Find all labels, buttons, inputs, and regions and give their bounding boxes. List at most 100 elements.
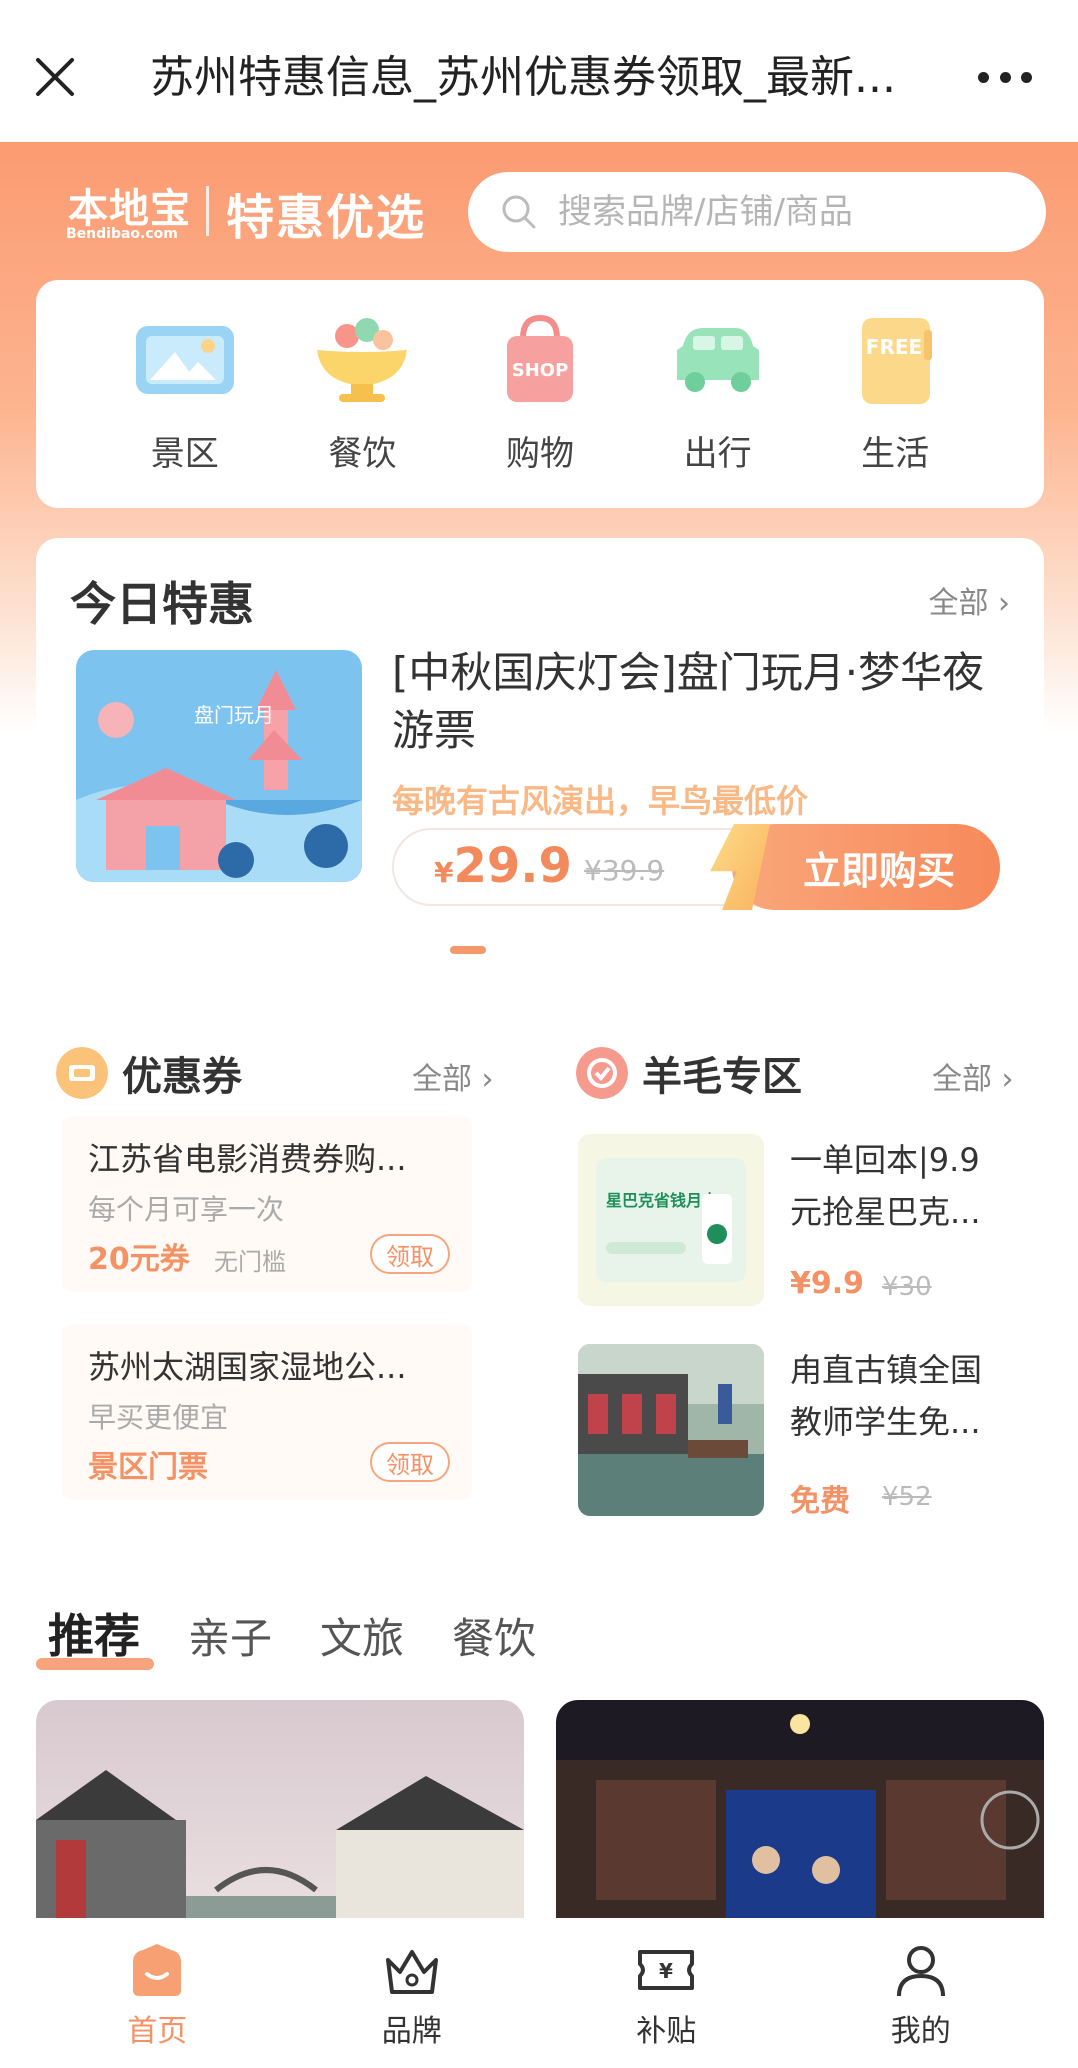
deal-icon — [576, 1047, 628, 1099]
coupon-note: 无门槛 — [214, 1248, 286, 1276]
coupon-item[interactable]: 江苏省电影消费券购... 每个月可享一次 20元券 无门槛 领取 — [62, 1116, 472, 1292]
svg-text:FREE: FREE — [866, 335, 922, 359]
logo-divider — [206, 186, 209, 236]
coupon-section-title: 优惠券 — [122, 1054, 242, 1100]
deal-section-header: 羊毛专区 — [576, 1044, 802, 1102]
panmen-illustration: 盘门玩月 — [76, 650, 362, 882]
category-label: 购物 — [505, 434, 574, 474]
top-navigation-bar: 苏州特惠信息_苏州优惠券领取_最新... — [0, 0, 1078, 142]
food-bowl-icon — [317, 318, 408, 402]
current-price: ¥29.9 — [434, 838, 572, 894]
category-label: 景区 — [150, 434, 219, 474]
old-street-image — [36, 1700, 524, 1918]
close-icon[interactable] — [34, 56, 76, 98]
nav-subsidy[interactable]: ¥ 补贴 — [586, 1918, 746, 2068]
original-price: ¥39.9 — [584, 854, 665, 887]
deal-name: 甪直古镇全国教师学生免... — [790, 1351, 983, 1441]
home-icon — [133, 1944, 182, 1996]
nav-home[interactable]: 首页 — [77, 1918, 237, 2068]
svg-text:SHOP: SHOP — [512, 360, 569, 381]
currency-symbol: ¥ — [434, 856, 454, 889]
more-icon[interactable] — [978, 62, 1032, 92]
coupon-ticket-icon: ¥ — [638, 1950, 695, 1990]
coupon-all-link[interactable]: 全部 › — [412, 1054, 494, 1098]
buy-now-button[interactable]: 立即购买 — [732, 824, 1000, 910]
all-label: 全部 — [932, 1062, 992, 1097]
deal-item[interactable]: 星巴克省钱月卡 一单回本|9.9元抢星巴克... ¥9.9 ¥30 — [578, 1134, 1018, 1314]
recommend-card[interactable] — [556, 1700, 1044, 1918]
svg-text:¥: ¥ — [659, 1959, 673, 1983]
tab-culture-travel[interactable]: 文旅 — [320, 1605, 404, 1666]
starbucks-card-image: 星巴克省钱月卡 — [578, 1134, 764, 1306]
life-notebook-icon: FREE — [862, 318, 933, 404]
nav-mine[interactable]: 我的 — [841, 1918, 1001, 2068]
deal-original-price: ¥52 — [882, 1482, 932, 1512]
user-icon — [896, 1946, 945, 1997]
nav-label: 我的 — [890, 2014, 951, 2049]
thumb-caption: 盘门玩月 — [194, 703, 274, 727]
coupon-item[interactable]: 苏州太湖国家湿地公... 早买更便宜 景区门票 领取 — [62, 1324, 472, 1500]
tab-dining[interactable]: 餐饮 — [452, 1605, 536, 1666]
page-title: 苏州特惠信息_苏州优惠券领取_最新... — [150, 52, 896, 103]
price-value: 29.9 — [453, 838, 572, 894]
all-label: 全部 — [412, 1062, 472, 1097]
product-thumbnail[interactable]: 盘门玩月 — [76, 650, 362, 882]
shopping-bag-icon: SHOP — [506, 314, 573, 402]
all-label: 全部 — [928, 586, 989, 621]
price-bar: ¥29.9 ¥39.9 立即购买 — [392, 824, 1000, 910]
category-label: 餐饮 — [328, 434, 397, 474]
category-scenic[interactable]: 景区 — [120, 280, 250, 508]
category-label: 生活 — [861, 434, 930, 474]
deal-image: 星巴克省钱月卡 — [578, 1134, 764, 1306]
crown-icon — [385, 1950, 438, 1994]
claim-button[interactable]: 领取 — [370, 1442, 450, 1482]
coupon-desc: 每个月可享一次 — [88, 1193, 285, 1226]
category-card: 景区 餐饮 SHOP 购物 出行 FREE 生活 — [36, 280, 1044, 508]
category-label: 出行 — [683, 434, 752, 474]
deal-section-title: 羊毛专区 — [642, 1054, 802, 1100]
deal-image — [578, 1344, 764, 1516]
search-icon — [502, 195, 536, 229]
nav-label: 补贴 — [636, 2014, 697, 2049]
deal-all-link[interactable]: 全部 › — [932, 1054, 1014, 1098]
deal-item[interactable]: 甪直古镇全国教师学生免... 免费 ¥52 — [578, 1344, 1018, 1524]
product-title[interactable]: [中秋国庆灯会]盘门玩月·梦华夜游票 — [392, 644, 1002, 760]
scenic-icon — [135, 326, 234, 394]
deal-image-caption: 星巴克省钱月卡 — [606, 1191, 718, 1210]
category-life[interactable]: FREE 生活 — [830, 280, 960, 508]
category-travel[interactable]: 出行 — [653, 280, 783, 508]
claim-button[interactable]: 领取 — [370, 1234, 450, 1274]
search-input[interactable] — [558, 192, 1018, 232]
deal-price: 免费 — [790, 1484, 850, 1519]
chevron-right-icon: › — [998, 586, 1010, 621]
category-food[interactable]: 餐饮 — [297, 280, 427, 508]
car-icon — [676, 328, 759, 392]
deal-price: ¥9.9 — [790, 1266, 865, 1301]
chevron-right-icon: › — [481, 1062, 494, 1097]
carousel-indicator — [450, 946, 486, 954]
coupon-value: 景区门票 — [88, 1450, 208, 1485]
today-title: 今日特惠 — [70, 577, 254, 631]
coupon-section-header: 优惠券 — [56, 1044, 242, 1102]
product-description: 每晚有古风演出，早鸟最低价 — [392, 782, 809, 820]
brand-slogan: 特惠优选 — [226, 190, 427, 246]
coupon-value: 20元券 — [88, 1242, 190, 1277]
deal-name: 一单回本|9.9元抢星巴克... — [790, 1141, 981, 1231]
today-special-card: 今日特惠 全部 › 盘门玩月 [中秋国庆灯会]盘门玩月·梦华夜游票 每晚有古风演… — [36, 538, 1044, 958]
deal-original-price: ¥30 — [882, 1272, 932, 1302]
coupon-name: 江苏省电影消费券购... — [88, 1140, 407, 1178]
category-shopping[interactable]: SHOP 购物 — [475, 280, 605, 508]
recommend-card[interactable] — [36, 1700, 524, 1918]
nav-brand[interactable]: 品牌 — [332, 1918, 492, 2068]
today-all-link[interactable]: 全部 › — [928, 578, 1010, 622]
logo-subtext: Bendibao.com — [66, 226, 178, 242]
night-stage-image — [556, 1700, 1044, 1918]
tab-recommend[interactable]: 推荐 — [36, 1600, 154, 1670]
coupon-icon — [56, 1047, 108, 1099]
coupon-desc: 早买更便宜 — [88, 1401, 229, 1434]
bottom-navigation: 首页 品牌 ¥ 补贴 我的 — [0, 1918, 1078, 2068]
search-box[interactable] — [468, 172, 1046, 252]
nav-label: 品牌 — [381, 2014, 442, 2049]
brand-logo: 本地宝 Bendibao.com 特惠优选 — [46, 170, 446, 260]
tab-family[interactable]: 亲子 — [188, 1605, 272, 1666]
